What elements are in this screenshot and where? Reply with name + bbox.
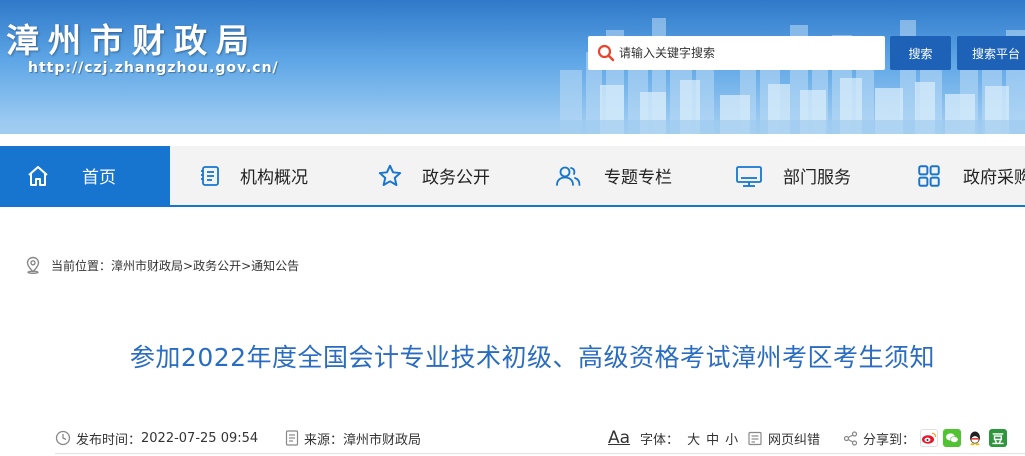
search-platform-button[interactable]: 搜索平台 (957, 36, 1025, 70)
weibo-icon[interactable] (920, 429, 939, 447)
font-size-medium[interactable]: 中 (706, 429, 719, 448)
correction-label: 网页纠错 (768, 432, 821, 448)
source-label: 来源： (304, 432, 344, 448)
main-nav: 首页 机构概况 政务公开 专题专栏 部门服务 政府采购 (0, 146, 1025, 207)
breadcrumb: 当前位置： 漳州市财政局>政务公开>通知公告 (25, 255, 299, 275)
site-url[interactable]: http://czj.zhangzhou.gov.cn/ (28, 60, 279, 76)
nav-label: 部门服务 (783, 168, 851, 188)
meta-divider (55, 453, 1025, 454)
share-bar: 分享到： 豆 (843, 425, 1008, 451)
publish-time: 发布时间： 2022-07-25 09:54 (55, 425, 258, 451)
douban-icon[interactable]: 豆 (989, 429, 1008, 447)
font-aa-icon: Aa (608, 428, 631, 448)
wechat-icon[interactable] (943, 429, 962, 447)
nav-item-organization[interactable]: 机构概况 (196, 146, 356, 205)
users-icon (554, 162, 582, 190)
article-title: 参加2022年度全国会计专业技术初级、高级资格考试漳州考区考生须知 (129, 343, 936, 372)
nav-item-home[interactable]: 首页 (0, 146, 170, 205)
home-icon (24, 162, 52, 190)
header-banner: 漳州市财政局 http://czj.zhangzhou.gov.cn/ 搜索 搜… (0, 0, 1025, 134)
correction-link[interactable]: 网页纠错 (748, 425, 820, 451)
publish-time-label: 发布时间： (76, 432, 142, 448)
breadcrumb-path[interactable]: 漳州市财政局>政务公开>通知公告 (111, 257, 299, 274)
breadcrumb-prefix: 当前位置： (51, 258, 112, 273)
nav-item-department-services[interactable]: 部门服务 (735, 146, 895, 205)
font-size-control: Aa 字体： 大 中 小 (608, 425, 741, 451)
correction-icon (748, 431, 763, 446)
search-icon (593, 36, 619, 70)
font-size-large[interactable]: 大 (687, 429, 700, 448)
share-icon (843, 430, 858, 446)
nav-label: 政府采购 (963, 168, 1025, 188)
star-icon (376, 162, 404, 190)
location-pin-icon (25, 256, 41, 274)
search-input[interactable] (619, 38, 869, 68)
site-title: 漳州市财政局 (6, 21, 258, 60)
document-icon (285, 430, 299, 446)
nav-label: 机构概况 (240, 168, 308, 188)
article-source: 来源： 漳州市财政局 (285, 425, 421, 451)
font-size-small[interactable]: 小 (725, 429, 738, 448)
monitor-icon (735, 162, 763, 190)
document-icon (196, 162, 224, 190)
publish-time-value: 2022-07-25 09:54 (141, 430, 259, 446)
font-size-label: 字体： (640, 432, 680, 448)
grid-icon (915, 162, 943, 190)
clock-icon (55, 430, 71, 446)
share-label: 分享到： (863, 432, 916, 448)
nav-item-public-affairs[interactable]: 政务公开 (376, 146, 536, 205)
search-button[interactable]: 搜索 (890, 36, 951, 70)
nav-label: 专题专栏 (604, 168, 672, 188)
article-meta-bar: 发布时间： 2022-07-25 09:54 来源： 漳州市财政局 Aa 字体：… (55, 425, 1025, 451)
nav-item-government-procurement[interactable]: 政府采购 (915, 146, 1025, 205)
source-value: 漳州市财政局 (343, 432, 422, 448)
nav-label: 首页 (82, 168, 116, 188)
nav-label: 政务公开 (422, 168, 490, 188)
search-box (588, 36, 885, 70)
nav-item-special-topics[interactable]: 专题专栏 (554, 146, 714, 205)
qq-icon[interactable] (966, 429, 985, 447)
